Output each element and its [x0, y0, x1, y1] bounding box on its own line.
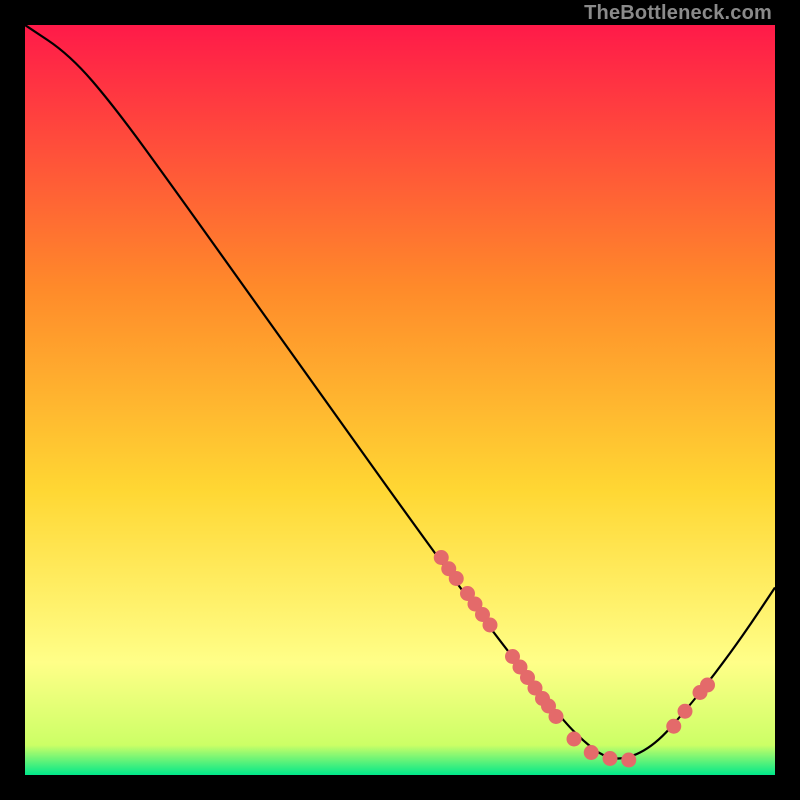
- data-dot: [603, 751, 618, 766]
- data-dot: [666, 719, 681, 734]
- data-dot: [700, 678, 715, 693]
- data-dot: [449, 571, 464, 586]
- chart-frame: [25, 25, 775, 775]
- data-dot: [549, 709, 564, 724]
- chart-plot: [25, 25, 775, 775]
- watermark-text: TheBottleneck.com: [584, 2, 772, 25]
- data-dot: [678, 704, 693, 719]
- data-dot: [621, 753, 636, 768]
- data-dot: [483, 618, 498, 633]
- data-dot: [584, 745, 599, 760]
- data-dot: [567, 732, 582, 747]
